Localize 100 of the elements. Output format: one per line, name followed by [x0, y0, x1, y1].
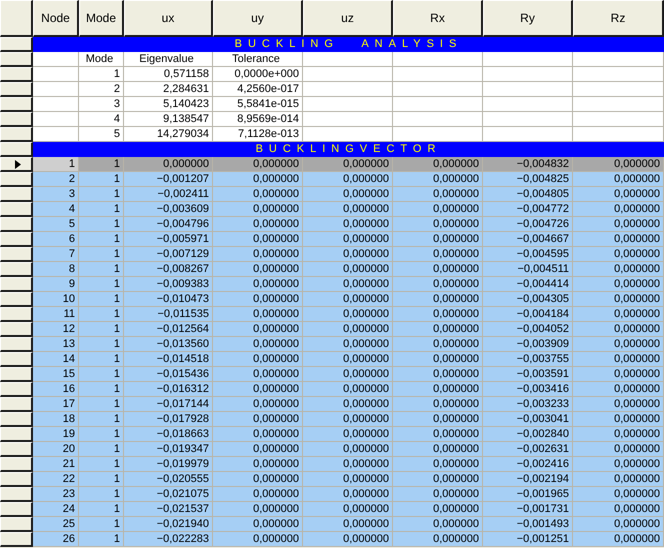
table-cell: 0,000000 — [393, 247, 483, 262]
table-cell: −0,004184 — [483, 307, 573, 322]
table-cell: 1 — [79, 292, 124, 307]
table-cell: 0,000000 — [213, 502, 303, 517]
table-cell: 0,000000 — [213, 397, 303, 412]
row-header[interactable] — [0, 247, 33, 262]
row-header[interactable] — [0, 532, 33, 547]
table-cell: −0,004595 — [483, 247, 573, 262]
row-header[interactable] — [0, 412, 33, 427]
row-header[interactable] — [0, 187, 33, 202]
row-header[interactable] — [0, 517, 33, 532]
table-cell: 0,000000 — [303, 517, 393, 532]
row-header[interactable] — [0, 382, 33, 397]
table-cell: 0,000000 — [573, 532, 664, 547]
table-cell: −0,022283 — [124, 532, 213, 547]
table-cell: 0,000000 — [393, 157, 483, 172]
table-cell: 0,000000 — [573, 232, 664, 247]
row-header[interactable] — [0, 277, 33, 292]
table-cell: 0,000000 — [213, 247, 303, 262]
table-cell: Mode — [79, 52, 124, 67]
table-cell: 8 — [33, 262, 79, 277]
row-header[interactable] — [0, 337, 33, 352]
table-cell: 0,000000 — [393, 532, 483, 547]
row-header[interactable] — [0, 37, 33, 52]
table-cell: 0,000000 — [303, 412, 393, 427]
column-header[interactable]: uy — [213, 0, 303, 37]
table-cell: −0,017144 — [124, 397, 213, 412]
table-cell: 1 — [79, 367, 124, 382]
row-header[interactable] — [0, 202, 33, 217]
row-header[interactable] — [0, 97, 33, 112]
row-header[interactable] — [0, 352, 33, 367]
table-cell: −0,004796 — [124, 217, 213, 232]
row-header[interactable] — [0, 502, 33, 517]
row-header[interactable] — [0, 172, 33, 187]
table-cell: 0,000000 — [393, 307, 483, 322]
table-cell: 0,000000 — [393, 502, 483, 517]
row-header[interactable] — [0, 307, 33, 322]
row-header[interactable] — [0, 82, 33, 97]
table-cell: 5 — [79, 127, 124, 142]
table-cell: 0,000000 — [393, 397, 483, 412]
table-cell: 0,000000 — [303, 217, 393, 232]
row-header[interactable] — [0, 127, 33, 142]
table-cell: 1 — [79, 457, 124, 472]
table-cell: 0,000000 — [213, 487, 303, 502]
table-cell: 0,000000 — [393, 232, 483, 247]
table-cell: 0,571158 — [124, 67, 213, 82]
table-cell: 0,000000 — [393, 322, 483, 337]
table-cell: 0,000000 — [303, 457, 393, 472]
row-header[interactable] — [0, 67, 33, 82]
row-header[interactable] — [0, 52, 33, 67]
table-cell: 0,000000 — [393, 427, 483, 442]
table-cell: 1 — [79, 67, 124, 82]
table-cell: 0,000000 — [303, 232, 393, 247]
row-header[interactable] — [0, 142, 33, 157]
row-header[interactable] — [0, 472, 33, 487]
column-header[interactable]: Mode — [79, 0, 124, 37]
row-header[interactable] — [0, 112, 33, 127]
table-cell: −0,019347 — [124, 442, 213, 457]
row-header[interactable] — [0, 427, 33, 442]
row-header[interactable] — [0, 442, 33, 457]
table-cell: 1 — [79, 202, 124, 217]
table-cell: −0,002194 — [483, 472, 573, 487]
column-header[interactable]: Ry — [483, 0, 573, 37]
row-header[interactable] — [0, 457, 33, 472]
table-cell: 1 — [79, 517, 124, 532]
row-header[interactable] — [0, 262, 33, 277]
column-header[interactable]: Node — [33, 0, 79, 37]
column-header[interactable]: Rz — [573, 0, 664, 37]
table-cell: 7 — [33, 247, 79, 262]
table-cell: 0,000000 — [213, 202, 303, 217]
table-cell: 25 — [33, 517, 79, 532]
table-cell: 0,000000 — [303, 337, 393, 352]
table-cell: Eigenvalue — [124, 52, 213, 67]
corner-header[interactable] — [0, 0, 33, 37]
table-cell: −0,010473 — [124, 292, 213, 307]
table-cell: 0,000000 — [303, 322, 393, 337]
table-cell: 0,000000 — [303, 262, 393, 277]
table-cell: 0,000000 — [393, 472, 483, 487]
table-cell: 2 — [33, 172, 79, 187]
table-cell: 1 — [33, 157, 79, 172]
table-cell: 5,140423 — [124, 97, 213, 112]
row-header[interactable] — [0, 292, 33, 307]
column-header[interactable]: ux — [124, 0, 213, 37]
table-cell: −0,003416 — [483, 382, 573, 397]
table-cell: 0,000000 — [213, 427, 303, 442]
row-header[interactable] — [0, 217, 33, 232]
row-header[interactable] — [0, 367, 33, 382]
table-cell: −0,004414 — [483, 277, 573, 292]
row-header[interactable] — [0, 322, 33, 337]
column-header[interactable]: Rx — [393, 0, 483, 37]
table-cell: 21 — [33, 457, 79, 472]
table-cell: 0,000000 — [393, 217, 483, 232]
table-cell: 0,000000 — [213, 277, 303, 292]
row-header[interactable] — [0, 232, 33, 247]
column-header[interactable]: uz — [303, 0, 393, 37]
row-header[interactable] — [0, 487, 33, 502]
table-cell: −0,009383 — [124, 277, 213, 292]
row-header[interactable] — [0, 157, 33, 172]
table-cell: −0,004667 — [483, 232, 573, 247]
row-header[interactable] — [0, 397, 33, 412]
